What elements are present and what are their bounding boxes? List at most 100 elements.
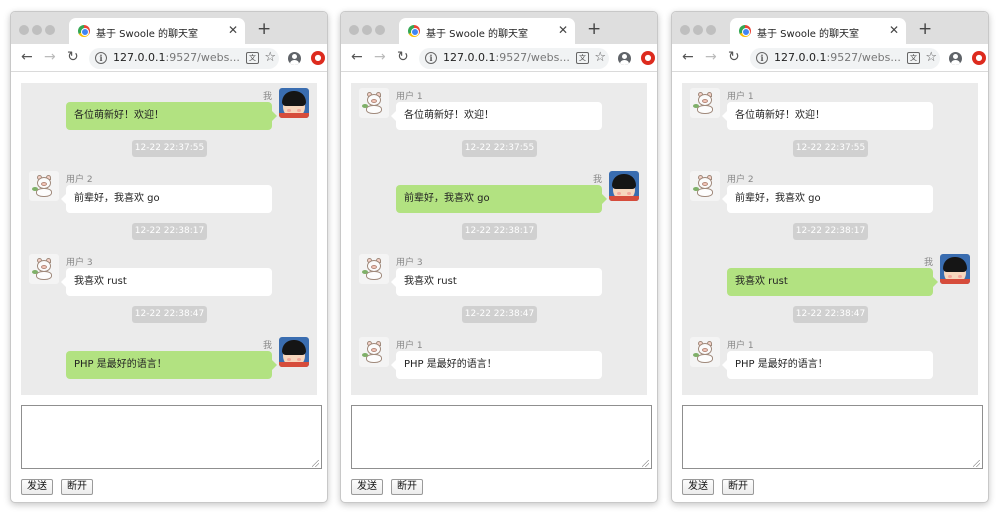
favicon-icon xyxy=(739,25,751,37)
message-input[interactable] xyxy=(682,405,983,469)
account-icon[interactable] xyxy=(618,52,631,65)
resize-grip-icon[interactable] xyxy=(642,460,649,467)
avatar xyxy=(690,337,720,367)
timestamp: 12-22 22:37:55 xyxy=(462,140,537,157)
browser-tab[interactable]: 基于 Swoole 的聊天室 ✕ xyxy=(730,18,906,44)
message-row-other: 用户 1 各位萌新好！欢迎！ xyxy=(682,83,978,130)
arrow-right-icon[interactable]: → xyxy=(374,49,386,65)
resize-grip-icon[interactable] xyxy=(312,460,319,467)
browser-toolbar: ← → ↻ i 127.0.0.1:9527/webs... 文 ☆ ● xyxy=(341,44,657,72)
window-close-dot[interactable] xyxy=(19,25,29,35)
timestamp: 12-22 22:38:47 xyxy=(132,306,207,323)
avatar xyxy=(359,254,389,284)
avatar-shirt xyxy=(609,196,639,201)
message-input[interactable] xyxy=(21,405,322,469)
timestamp: 12-22 22:38:17 xyxy=(462,223,537,240)
reload-icon[interactable]: ↻ xyxy=(397,49,409,65)
window-close-dot[interactable] xyxy=(349,25,359,35)
extension-icon[interactable]: ● xyxy=(311,51,325,65)
pig-nose xyxy=(371,99,377,103)
avatar xyxy=(279,337,309,367)
reload-icon[interactable]: ↻ xyxy=(728,49,740,65)
send-button[interactable]: 发送 xyxy=(682,479,714,495)
window-minimize-dot[interactable] xyxy=(693,25,703,35)
address-bar[interactable]: i 127.0.0.1:9527/webs... 文 ☆ xyxy=(89,48,279,69)
close-icon[interactable]: ✕ xyxy=(558,23,568,37)
send-button[interactable]: 发送 xyxy=(351,479,383,495)
timestamp: 12-22 22:38:17 xyxy=(132,223,207,240)
extension-icon[interactable]: ● xyxy=(641,51,655,65)
arrow-right-icon[interactable]: → xyxy=(705,49,717,65)
window-close-dot[interactable] xyxy=(680,25,690,35)
translate-icon[interactable]: 文 xyxy=(246,52,259,64)
pig-body xyxy=(366,354,382,363)
pig-nose xyxy=(371,265,377,269)
plus-icon[interactable]: + xyxy=(257,20,271,38)
message-row-self: 我 PHP 是最好的语言！ xyxy=(21,332,317,379)
tab-title: 基于 Swoole 的聊天室 xyxy=(96,29,199,40)
window-zoom-dot[interactable] xyxy=(375,25,385,35)
pig-leaf xyxy=(32,270,38,274)
pig-nose xyxy=(702,348,708,352)
plus-icon[interactable]: + xyxy=(587,20,601,38)
window-minimize-dot[interactable] xyxy=(362,25,372,35)
pig-body xyxy=(697,105,713,114)
resize-grip-icon[interactable] xyxy=(973,460,980,467)
sender-name: 我 xyxy=(262,341,272,351)
arrow-left-icon[interactable]: ← xyxy=(351,49,363,65)
avatar xyxy=(690,88,720,118)
disconnect-button[interactable]: 断开 xyxy=(61,479,93,495)
star-icon[interactable]: ☆ xyxy=(264,50,276,66)
window-zoom-dot[interactable] xyxy=(706,25,716,35)
extension-icon[interactable]: ● xyxy=(972,51,986,65)
avatar-cheek xyxy=(287,358,291,361)
pig-body xyxy=(36,271,52,280)
plus-icon[interactable]: + xyxy=(918,20,932,38)
star-icon[interactable]: ☆ xyxy=(925,50,937,66)
url-path: :9527/webs... xyxy=(165,51,240,64)
browser-window: 基于 Swoole 的聊天室 ✕ + ← → ↻ i 127.0.0.1:9527/webs.… xyxy=(10,11,328,503)
pig-leaf xyxy=(693,104,699,108)
arrow-left-icon[interactable]: ← xyxy=(21,49,33,65)
browser-toolbar: ← → ↻ i 127.0.0.1:9527/webs... 文 ☆ ● xyxy=(11,44,327,72)
disconnect-button[interactable]: 断开 xyxy=(722,479,754,495)
send-button[interactable]: 发送 xyxy=(21,479,53,495)
sender-name: 用户 1 xyxy=(727,92,754,102)
close-icon[interactable]: ✕ xyxy=(228,23,238,37)
title-bar: 基于 Swoole 的聊天室 ✕ + xyxy=(672,12,988,44)
translate-icon[interactable]: 文 xyxy=(907,52,920,64)
address-bar[interactable]: i 127.0.0.1:9527/webs... 文 ☆ xyxy=(750,48,940,69)
info-icon[interactable]: i xyxy=(425,52,437,64)
account-icon[interactable] xyxy=(949,52,962,65)
browser-tab[interactable]: 基于 Swoole 的聊天室 ✕ xyxy=(399,18,575,44)
window-minimize-dot[interactable] xyxy=(32,25,42,35)
arrow-right-icon[interactable]: → xyxy=(44,49,56,65)
pig-nose xyxy=(371,348,377,352)
info-icon[interactable]: i xyxy=(95,52,107,64)
account-icon[interactable] xyxy=(288,52,301,65)
sender-name: 用户 2 xyxy=(727,175,754,185)
avatar-hair xyxy=(612,174,636,189)
message-row-other: 用户 2 前辈好，我喜欢 go xyxy=(682,166,978,213)
disconnect-button[interactable]: 断开 xyxy=(391,479,423,495)
timestamp: 12-22 22:38:47 xyxy=(793,306,868,323)
window-zoom-dot[interactable] xyxy=(45,25,55,35)
avatar-cheek xyxy=(297,109,301,112)
reload-icon[interactable]: ↻ xyxy=(67,49,79,65)
translate-icon[interactable]: 文 xyxy=(576,52,589,64)
pig-leaf xyxy=(362,270,368,274)
browser-tab[interactable]: 基于 Swoole 的聊天室 ✕ xyxy=(69,18,245,44)
avatar xyxy=(279,88,309,118)
sender-name: 用户 1 xyxy=(396,92,423,102)
address-bar[interactable]: i 127.0.0.1:9527/webs... 文 ☆ xyxy=(419,48,609,69)
url-text: 127.0.0.1:9527/webs... xyxy=(443,51,570,64)
close-icon[interactable]: ✕ xyxy=(889,23,899,37)
star-icon[interactable]: ☆ xyxy=(594,50,606,66)
timestamp: 12-22 22:37:55 xyxy=(793,140,868,157)
avatar-hair xyxy=(282,91,306,106)
info-icon[interactable]: i xyxy=(756,52,768,64)
arrow-left-icon[interactable]: ← xyxy=(682,49,694,65)
message-bubble: 各位萌新好！欢迎！ xyxy=(722,102,933,130)
message-input[interactable] xyxy=(351,405,652,469)
chat-messages: 用户 1 各位萌新好！欢迎！ 12-22 22:37:55 用户 2 前辈好，我喜欢 g… xyxy=(682,83,978,395)
